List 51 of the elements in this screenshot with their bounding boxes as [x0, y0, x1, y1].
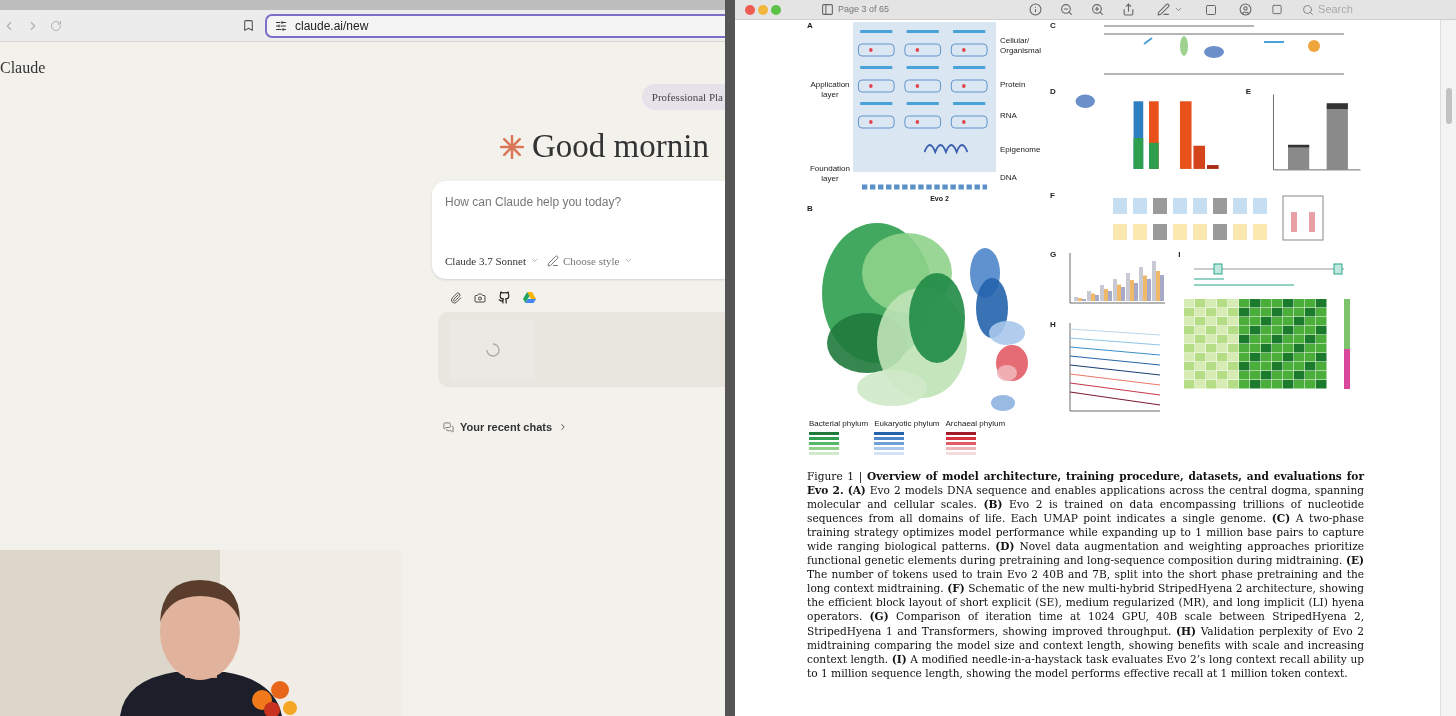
- search-field[interactable]: Search: [1318, 1, 1399, 18]
- plan-badge: Professional Pla: [641, 84, 725, 110]
- share-icon[interactable]: [1122, 3, 1136, 16]
- address-bar[interactable]: claude.ai/new: [265, 13, 725, 38]
- starburst-logo-icon: [500, 134, 524, 159]
- legend-title: Archaeal phylum: [945, 417, 1006, 430]
- panel-letter: I: [1178, 251, 1181, 261]
- legend-title: Eukaryotic phylum: [874, 417, 940, 430]
- spinner-icon: [485, 342, 500, 357]
- recent-chats-link[interactable]: Your recent chats: [443, 419, 569, 436]
- layer-label: RNA: [1000, 111, 1017, 121]
- figure-caption: Figure 1 | Overview of model architecture, training procedure, datasets, and evaluations for Evo 2. (A) Evo 2 models DNA sequence and enables applications across the central dogma, spanning molecular and cellular scales. (B) Evo 2 is trained on data encompassing trillions of nucleotide sequences from all domains of life. Each UMAP point indicates a single genome. (C) A two-phase training strategy optimizes model performance while expanding up to 1 million base pairs to capture wide ranging biological patterns. (D) Novel data augmentation and weighting approaches prioritize functional genetic elements during pretraining and long-sequence composition during midtraining. (E) The number of tokens used to train Evo 2 40B and 7B, split into the short phase pretraining and the long context midtraining. (F) Schematic of the new multi-hybrid StripedHyena 2 architecture, showing the efficient block layout of short explicit (SE), medium regularized (MR), and long implicit (LI) hyena operators. (G) Comparison of iteration time at 1024 GPU, 40B scale between StripedHyena 2, StripedHyena 1 and Transformers, showing improved throughput. (H) Validation perplexity of Evo 2 midtraining comparing the model size and context length, showing benefits with scale and increasing context length. (I) A modified needle-in-a-haystack task evaluates Evo 2’s long context recall ability up to 1 million sequence length, showing the model performs effective recall at 1 million token context.: [807, 468, 1364, 680]
- greeting: Good mornin: [532, 130, 709, 163]
- zoom-out-icon[interactable]: [1060, 3, 1074, 16]
- pen-icon: [546, 254, 559, 267]
- page-indicator: Page 3 of 65: [838, 2, 890, 16]
- chat-icon: [443, 421, 454, 433]
- bookmark-icon[interactable]: [242, 19, 255, 32]
- panel-letter: E: [1245, 88, 1252, 98]
- panel-letter: H: [1050, 321, 1056, 331]
- panel-letter: D: [1050, 88, 1056, 98]
- panel-letter: C: [1050, 22, 1056, 32]
- search-icon[interactable]: [1302, 3, 1315, 16]
- layer-label: Application layer: [809, 80, 851, 100]
- layer-label: DNA: [1000, 173, 1017, 183]
- person-circle-icon[interactable]: [1239, 3, 1253, 16]
- layer-label: Foundation layer: [809, 164, 851, 184]
- app-title: Claude: [0, 58, 46, 78]
- markup-icon[interactable]: [1157, 3, 1171, 16]
- scrollbar-thumb[interactable]: [1445, 88, 1452, 124]
- layer-label: Protein: [1000, 80, 1026, 90]
- sidebar-icon[interactable]: [821, 3, 834, 16]
- legend-title: Bacterial phylum: [809, 417, 869, 430]
- layer-label: Epigenome: [1000, 145, 1041, 155]
- info-icon[interactable]: [1029, 3, 1043, 16]
- github-icon[interactable]: [498, 291, 511, 304]
- umap-cluster: [991, 394, 1015, 411]
- model-selector[interactable]: Claude 3.7 Sonnet: [445, 252, 539, 269]
- camera-icon[interactable]: [474, 291, 486, 304]
- panel-letter: F: [1050, 192, 1055, 202]
- panel-letter: G: [1050, 251, 1057, 261]
- attach-icon[interactable]: [450, 291, 462, 304]
- panel-letter: B: [807, 204, 814, 213]
- panel-letter: A: [807, 22, 814, 30]
- zoom-in-icon[interactable]: [1091, 3, 1105, 16]
- drive-icon[interactable]: [523, 291, 536, 304]
- prompt-input[interactable]: How can Claude help you today?: [445, 193, 725, 211]
- site-settings-icon[interactable]: [275, 19, 287, 32]
- layer-label: Cellular/ Organismal: [1000, 36, 1042, 56]
- style-selector[interactable]: Choose style: [546, 252, 633, 269]
- caret-icon[interactable]: [1174, 5, 1184, 14]
